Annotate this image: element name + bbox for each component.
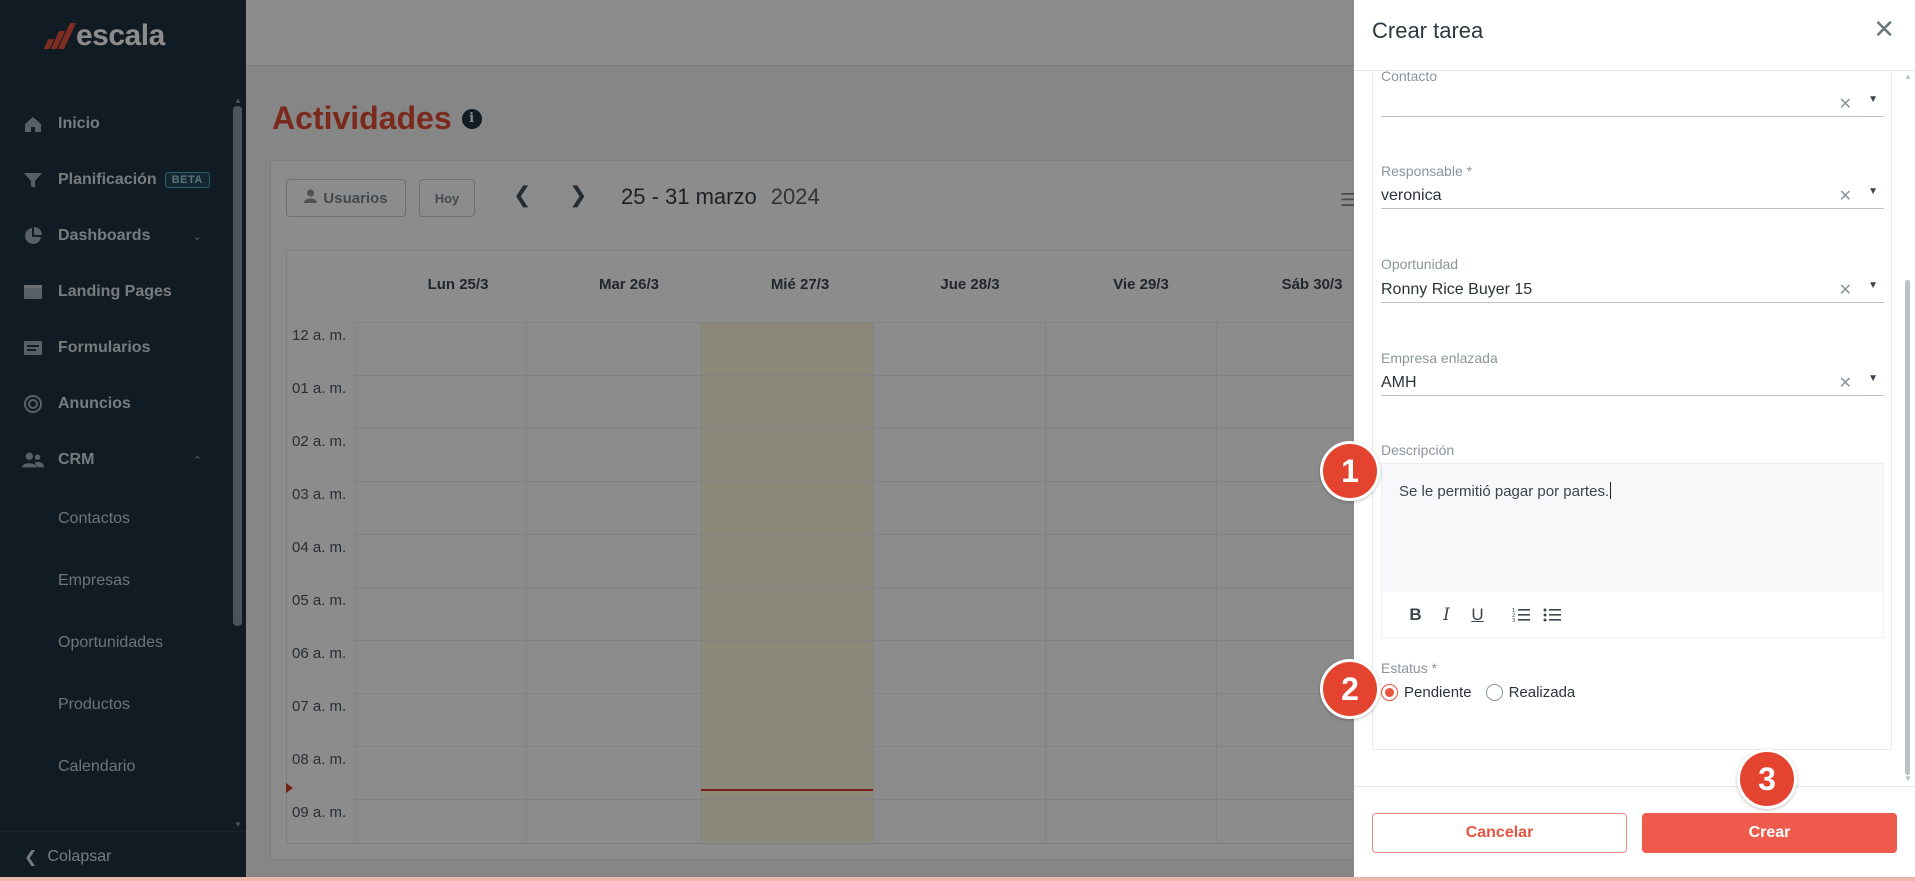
radio-checked-icon xyxy=(1381,684,1398,701)
drawer-scrollbar[interactable] xyxy=(1905,280,1910,775)
oportunidad-select[interactable]: Ronny Rice Buyer 15 ✕ ▼ xyxy=(1381,277,1884,303)
underline-icon[interactable]: U xyxy=(1462,600,1493,630)
status-radio-group: Pendiente Realizada xyxy=(1381,684,1575,701)
radio-label: Realizada xyxy=(1508,684,1576,701)
empresa-value: AMH xyxy=(1381,373,1417,391)
radio-unchecked-icon xyxy=(1485,684,1503,701)
drawer-title: Crear tarea xyxy=(1372,18,1484,43)
dropdown-arrow-icon[interactable]: ▼ xyxy=(1868,186,1878,197)
drawer-header: Crear tarea ✕ xyxy=(1354,0,1915,71)
clear-icon[interactable]: ✕ xyxy=(1839,186,1852,206)
step-marker-3: 3 xyxy=(1737,749,1797,809)
oportunidad-label: Oportunidad xyxy=(1381,256,1459,272)
bullet-list-icon[interactable] xyxy=(1536,600,1567,630)
drawer-footer: Cancelar Crear xyxy=(1354,786,1915,881)
radio-label: Pendiente xyxy=(1404,684,1472,701)
contacto-select[interactable]: ✕ ▼ xyxy=(1381,91,1884,117)
italic-icon[interactable]: I xyxy=(1431,600,1462,630)
responsable-label: Responsable * xyxy=(1381,163,1473,179)
responsable-value: veronica xyxy=(1381,186,1442,204)
step-marker-1: 1 xyxy=(1320,441,1380,501)
dropdown-arrow-icon[interactable]: ▼ xyxy=(1868,94,1878,105)
scroll-up-arrow-icon[interactable]: ▲ xyxy=(1904,72,1912,81)
text-caret xyxy=(1610,482,1612,499)
dropdown-arrow-icon[interactable]: ▼ xyxy=(1868,373,1878,384)
close-icon[interactable]: ✕ xyxy=(1873,16,1895,42)
radio-pendiente[interactable]: Pendiente xyxy=(1381,684,1472,701)
bold-icon[interactable]: B xyxy=(1400,600,1431,630)
create-task-drawer: Crear tarea ✕ Contacto ✕ ▼ Responsable *… xyxy=(1354,0,1915,881)
contacto-label: Contacto xyxy=(1381,68,1438,84)
radio-realizada[interactable]: Realizada xyxy=(1485,684,1576,701)
modal-backdrop[interactable] xyxy=(0,0,1354,881)
dropdown-arrow-icon[interactable]: ▼ xyxy=(1868,280,1878,291)
description-editor: Se le permitió pagar por partes. B I U 1… xyxy=(1381,463,1884,638)
clear-icon[interactable]: ✕ xyxy=(1839,94,1852,114)
descripcion-label: Descripción xyxy=(1381,442,1455,458)
step-marker-2: 2 xyxy=(1320,659,1380,719)
clear-icon[interactable]: ✕ xyxy=(1839,373,1852,393)
empresa-select[interactable]: AMH ✕ ▼ xyxy=(1381,370,1884,396)
bottom-edge xyxy=(0,877,1915,881)
editor-toolbar: B I U 123 xyxy=(1382,592,1883,637)
ordered-list-icon[interactable]: 123 xyxy=(1505,600,1536,630)
scroll-down-arrow-icon[interactable]: ▼ xyxy=(1904,774,1912,783)
oportunidad-value: Ronny Rice Buyer 15 xyxy=(1381,280,1533,298)
create-button[interactable]: Crear xyxy=(1642,813,1897,853)
clear-icon[interactable]: ✕ xyxy=(1839,280,1852,300)
description-text: Se le permitió pagar por partes. xyxy=(1399,483,1610,500)
estatus-label: Estatus * xyxy=(1381,660,1438,676)
empresa-label: Empresa enlazada xyxy=(1381,350,1498,366)
svg-text:3: 3 xyxy=(1512,618,1515,623)
responsable-select[interactable]: veronica ✕ ▼ xyxy=(1381,183,1884,209)
description-textarea[interactable]: Se le permitió pagar por partes. xyxy=(1382,464,1883,592)
cancel-button[interactable]: Cancelar xyxy=(1372,813,1627,853)
